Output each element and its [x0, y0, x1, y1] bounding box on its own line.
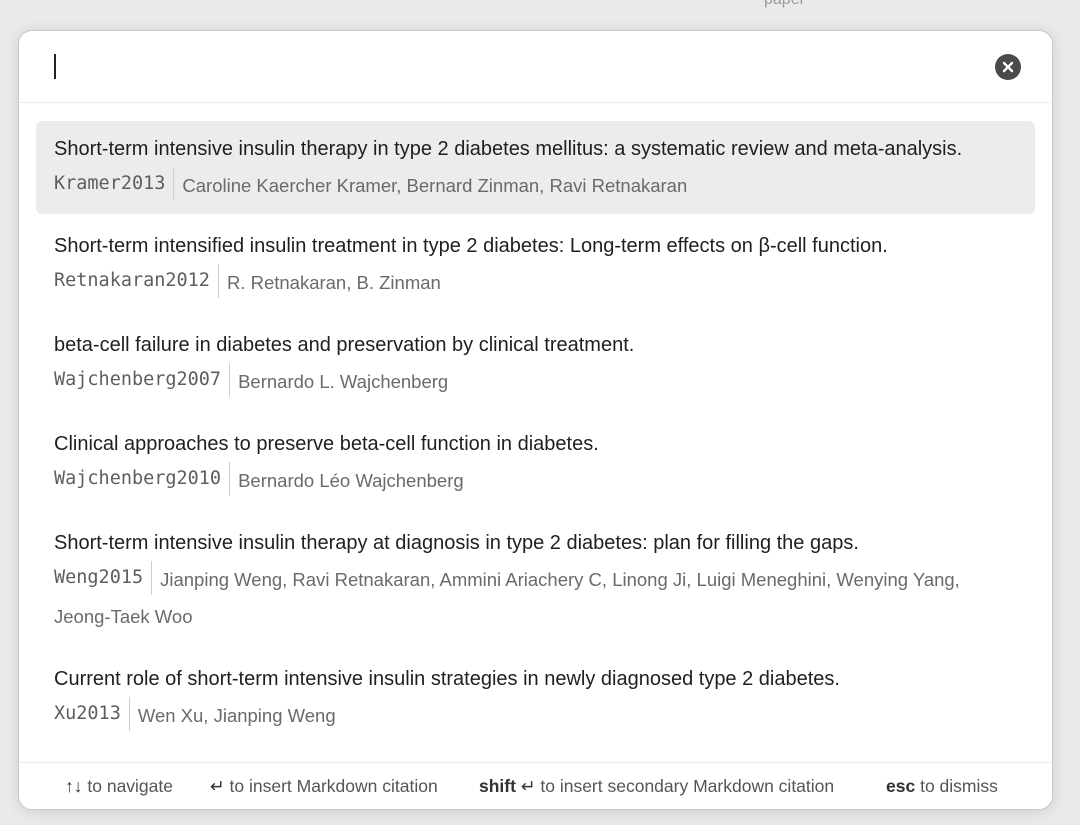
result-item[interactable]: Short-term intensive insulin therapy at … — [36, 519, 1035, 647]
result-meta: Kramer2013 Caroline Kaercher Kramer, Bern… — [54, 167, 1017, 204]
result-title: Short-term intensive insulin therapy in … — [54, 138, 963, 160]
citation-search-modal: Short-term intensive insulin therapy in … — [18, 30, 1053, 810]
return-key-icon: ↵ — [210, 776, 225, 796]
return-key-icon: ↵ — [520, 776, 536, 796]
result-meta: Weng2015 Jianping Weng, Ravi Retnakaran, … — [54, 561, 1017, 635]
search-bar — [19, 31, 1052, 103]
result-authors: Wen Xu, Jianping Weng — [137, 705, 336, 726]
citation-key: Retnakaran2012 — [54, 264, 219, 298]
result-authors: Bernardo Léo Wajchenberg — [238, 470, 464, 491]
result-title: Clinical approaches to preserve beta-cel… — [54, 433, 599, 455]
result-authors: R. Retnakaran, B. Zinman — [226, 272, 441, 293]
result-title: Short-term intensified insulin treatment… — [54, 235, 888, 257]
result-title: beta-cell failure in diabetes and preser… — [54, 334, 635, 356]
result-title: Current role of short-term intensive ins… — [54, 668, 840, 690]
result-authors: Caroline Kaercher Kramer, Bernard Zinman… — [182, 175, 688, 196]
arrow-keys-icon: ↑↓ — [65, 776, 83, 796]
search-input[interactable] — [53, 49, 983, 85]
citation-key: Weng2015 — [54, 561, 153, 595]
hint-insert-secondary: shift ↵ to insert secondary Markdown cit… — [479, 776, 835, 796]
result-item[interactable]: Current role of short-term intensive ins… — [36, 655, 1035, 746]
text-caret — [54, 54, 56, 79]
result-title: Short-term intensive insulin therapy at … — [54, 532, 859, 554]
citation-key: Xu2013 — [54, 697, 130, 731]
result-item-selected[interactable]: Short-term intensive insulin therapy in … — [36, 121, 1035, 214]
result-meta: Xu2013 Wen Xu, Jianping Weng — [54, 697, 1017, 734]
result-item[interactable]: Clinical approaches to preserve beta-cel… — [36, 420, 1035, 511]
citation-key: Kramer2013 — [54, 167, 175, 201]
result-item[interactable]: Short-term intensified insulin treatment… — [36, 222, 1035, 313]
citation-key: Wajchenberg2010 — [54, 462, 231, 496]
results-list: Short-term intensive insulin therapy in … — [36, 121, 1035, 754]
circle-x-icon — [1002, 61, 1014, 73]
hint-insert: ↵ to insert Markdown citation — [210, 776, 438, 796]
result-item[interactable]: beta-cell failure in diabetes and preser… — [36, 321, 1035, 412]
result-meta: Wajchenberg2010 Bernardo Léo Wajchenberg — [54, 462, 1017, 499]
result-authors: Bernardo L. Wajchenberg — [238, 371, 449, 392]
result-authors: Jianping Weng, Ravi Retnakaran, Ammini A… — [54, 569, 960, 627]
keyboard-hints-footer: ↑↓ to navigate ↵ to insert Markdown cita… — [19, 762, 1052, 809]
hint-navigate: ↑↓ to navigate — [65, 776, 173, 796]
hint-dismiss: esc to dismiss — [886, 776, 998, 796]
result-meta: Retnakaran2012 R. Retnakaran, B. Zinman — [54, 264, 1017, 301]
citation-key: Wajchenberg2007 — [54, 363, 231, 397]
result-meta: Wajchenberg2007 Bernardo L. Wajchenberg — [54, 363, 1017, 400]
clear-search-button[interactable] — [995, 54, 1021, 80]
background-text: paper — [764, 0, 805, 9]
